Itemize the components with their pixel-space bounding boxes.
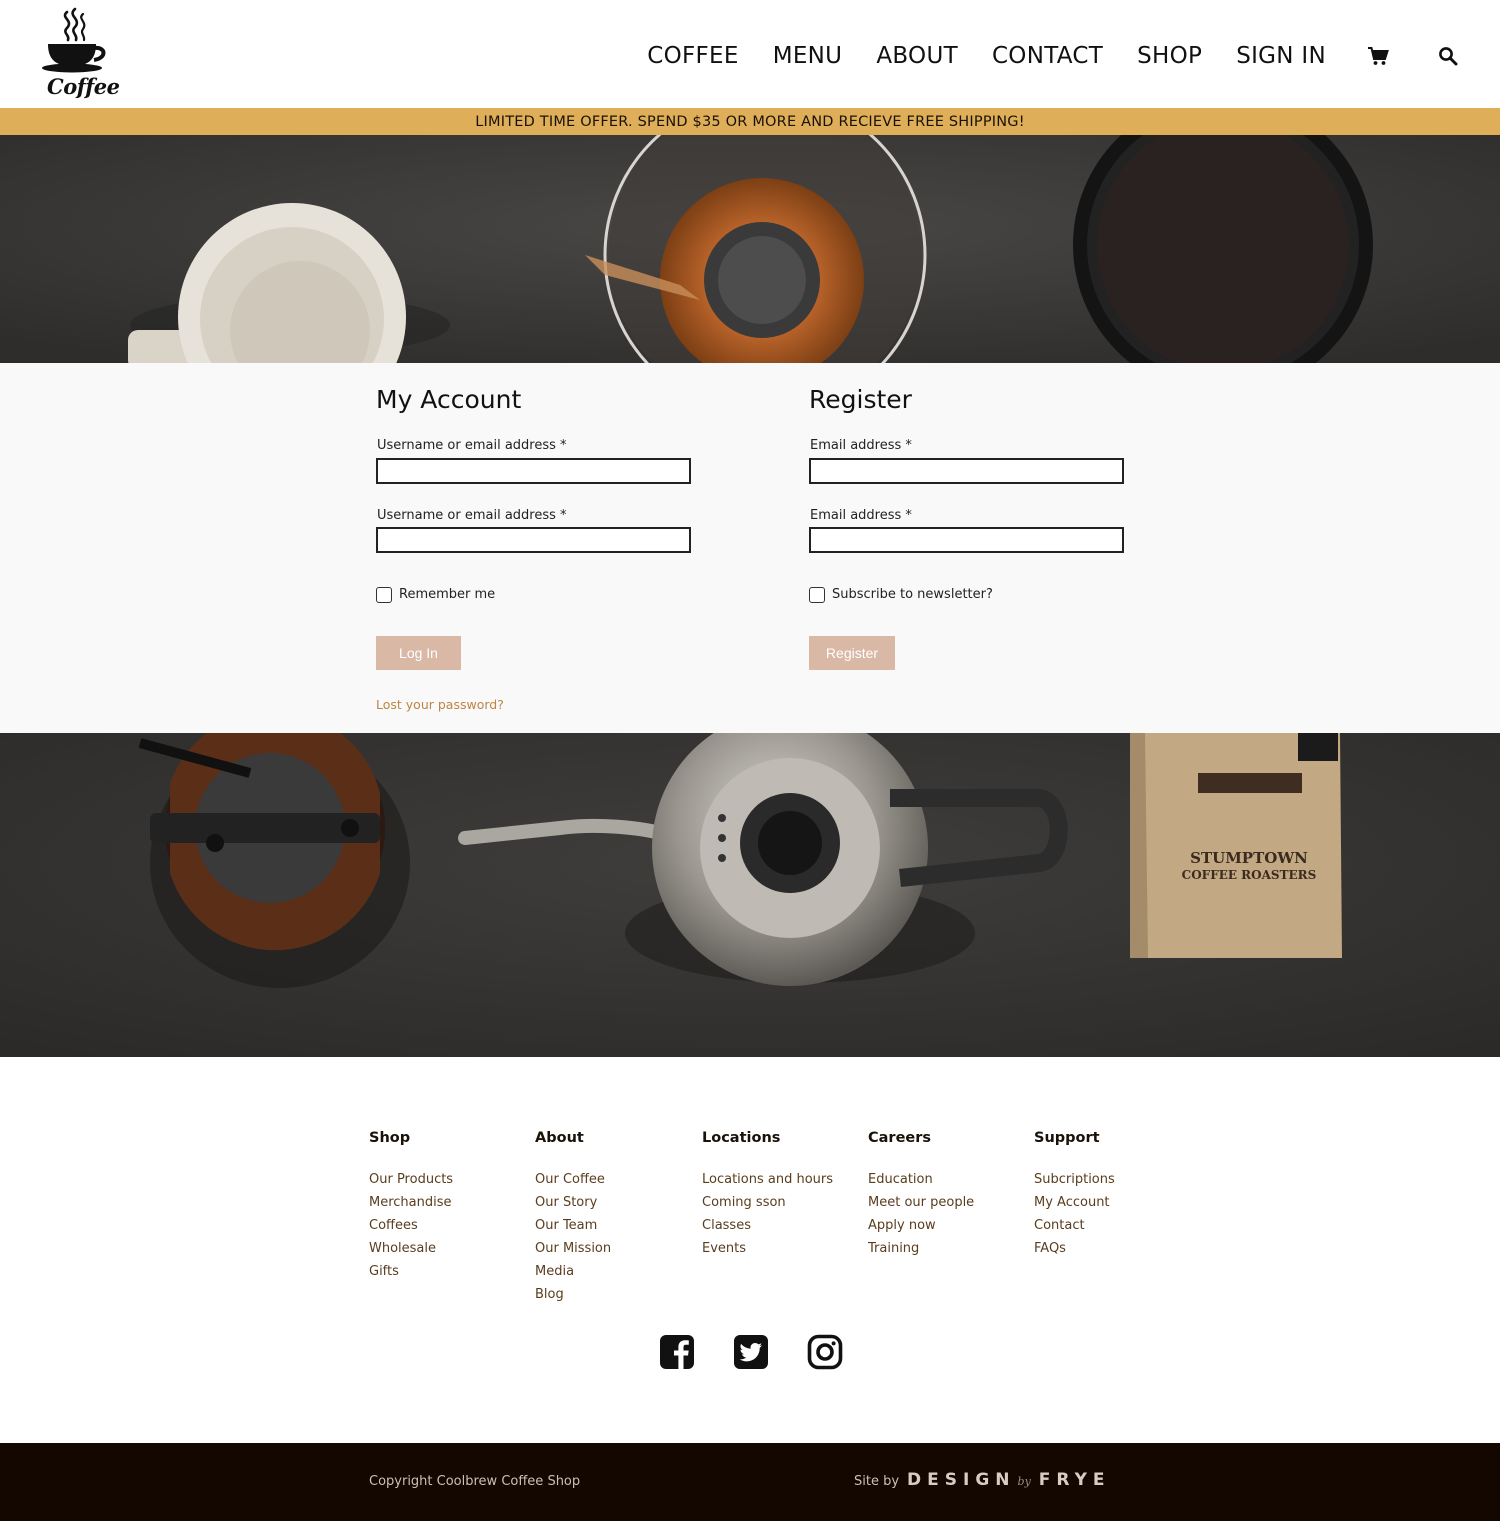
remember-me-checkbox[interactable] xyxy=(376,587,392,603)
nav-menu[interactable]: MENU xyxy=(773,43,843,69)
footer-link[interactable]: Coffees xyxy=(369,1214,453,1237)
footer-col-about: About Our Coffee Our Story Our Team Our … xyxy=(535,1130,611,1306)
coffee-gear-photo xyxy=(0,135,1500,363)
footer-link[interactable]: Subcriptions xyxy=(1034,1168,1115,1191)
footer-link[interactable]: My Account xyxy=(1034,1191,1115,1214)
footer-col-title: Support xyxy=(1034,1130,1100,1146)
newsletter-checkbox[interactable] xyxy=(809,587,825,603)
bottom-bar: Copyright Coolbrew Coffee Shop Site by D… xyxy=(0,1443,1500,1521)
footer-link[interactable]: Events xyxy=(702,1237,833,1260)
account-section: My Account Username or email address * U… xyxy=(0,363,1500,733)
remember-me-label: Remember me xyxy=(399,587,496,602)
footer-link[interactable]: Gifts xyxy=(369,1260,453,1283)
facebook-icon[interactable] xyxy=(659,1334,695,1370)
register-title: Register xyxy=(809,385,912,414)
footer-col-title: Shop xyxy=(369,1130,411,1146)
footer-link[interactable]: Classes xyxy=(702,1214,833,1237)
cart-icon[interactable] xyxy=(1366,44,1390,68)
register-email-label: Email address * xyxy=(810,438,912,453)
footer-col-shop: Shop Our Products Merchandise Coffees Wh… xyxy=(369,1130,453,1283)
footer-link[interactable]: Education xyxy=(868,1168,974,1191)
footer-link[interactable]: Apply now xyxy=(868,1214,974,1237)
footer-link[interactable]: Training xyxy=(868,1237,974,1260)
site-footer: Shop Our Products Merchandise Coffees Wh… xyxy=(0,1057,1500,1443)
footer-col-title: About xyxy=(535,1130,584,1146)
newsletter-label: Subscribe to newsletter? xyxy=(832,587,993,602)
footer-col-support: Support Subcriptions My Account Contact … xyxy=(1034,1130,1115,1260)
login-username-input[interactable] xyxy=(376,458,691,484)
footer-link[interactable]: Our Coffee xyxy=(535,1168,611,1191)
footer-link[interactable]: Meet our people xyxy=(868,1191,974,1214)
site-credit-link[interactable]: Site by DESIGN by FRYE xyxy=(854,1470,1111,1490)
footer-link[interactable]: Contact xyxy=(1034,1214,1115,1237)
footer-col-careers: Careers Education Meet our people Apply … xyxy=(868,1130,974,1260)
footer-link[interactable]: Locations and hours xyxy=(702,1168,833,1191)
instagram-icon[interactable] xyxy=(807,1334,843,1370)
footer-link[interactable]: FAQs xyxy=(1034,1237,1115,1260)
login-password-input[interactable] xyxy=(376,527,691,553)
footer-link[interactable]: Media xyxy=(535,1260,611,1283)
search-icon[interactable] xyxy=(1436,44,1460,68)
register-email-confirm-input[interactable] xyxy=(809,527,1124,553)
site-by-label: Site by xyxy=(854,1474,900,1489)
hero-image-top xyxy=(0,135,1500,363)
nav-shop[interactable]: SHOP xyxy=(1137,43,1202,69)
footer-link[interactable]: Our Story xyxy=(535,1191,611,1214)
lost-password-link[interactable]: Lost your password? xyxy=(376,697,504,712)
login-title: My Account xyxy=(376,385,522,414)
credit-brand-by: by xyxy=(1017,1475,1031,1488)
hero-image-bottom: STUMPTOWN COFFEE ROASTERS xyxy=(0,733,1500,1057)
nav-contact[interactable]: CONTACT xyxy=(992,43,1103,69)
twitter-icon[interactable] xyxy=(733,1334,769,1370)
login-password-label: Username or email address * xyxy=(377,508,567,523)
bag-label-line2: COFFEE ROASTERS xyxy=(1182,868,1317,882)
nav-sign-in[interactable]: SIGN IN xyxy=(1236,43,1326,69)
register-email-input[interactable] xyxy=(809,458,1124,484)
footer-link[interactable]: Our Team xyxy=(535,1214,611,1237)
footer-col-locations: Locations Locations and hours Coming sso… xyxy=(702,1130,833,1260)
login-username-label: Username or email address * xyxy=(377,438,567,453)
footer-link[interactable]: Coming sson xyxy=(702,1191,833,1214)
bag-label-line1: STUMPTOWN xyxy=(1190,849,1308,867)
login-button[interactable]: Log In xyxy=(376,636,461,670)
logo-text: Coffee xyxy=(47,74,120,99)
main-nav: COFFEE MENU ABOUT CONTACT SHOP SIGN IN xyxy=(613,40,1460,72)
footer-link[interactable]: Merchandise xyxy=(369,1191,453,1214)
promo-banner: LIMITED TIME OFFER. SPEND $35 OR MORE AN… xyxy=(0,108,1500,135)
nav-coffee[interactable]: COFFEE xyxy=(647,43,739,69)
footer-link[interactable]: Our Mission xyxy=(535,1237,611,1260)
social-links xyxy=(659,1334,881,1370)
register-email-confirm-label: Email address * xyxy=(810,508,912,523)
credit-brand-frye: FRYE xyxy=(1038,1470,1111,1490)
footer-col-title: Careers xyxy=(868,1130,932,1146)
coffee-tools-photo: STUMPTOWN COFFEE ROASTERS xyxy=(0,733,1500,1057)
footer-link[interactable]: Wholesale xyxy=(369,1237,453,1260)
footer-col-title: Locations xyxy=(702,1130,781,1146)
nav-about[interactable]: ABOUT xyxy=(876,43,958,69)
register-button[interactable]: Register xyxy=(809,636,895,670)
copyright-text: Copyright Coolbrew Coffee Shop xyxy=(369,1474,581,1489)
site-header: Coffee COFFEE MENU ABOUT CONTACT SHOP SI… xyxy=(0,0,1500,108)
footer-link[interactable]: Blog xyxy=(535,1283,611,1306)
credit-brand-design: DESIGN xyxy=(907,1470,1016,1490)
footer-link[interactable]: Our Products xyxy=(369,1168,453,1191)
